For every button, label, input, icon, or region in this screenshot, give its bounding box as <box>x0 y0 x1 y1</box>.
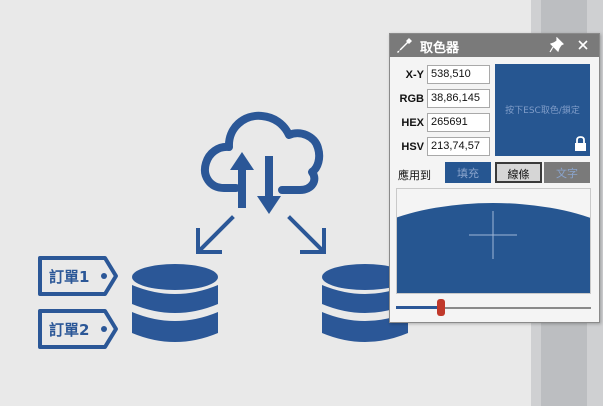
tag-hole <box>101 326 107 332</box>
eyedropper-icon <box>397 38 412 53</box>
hex-label: HEX <box>401 117 424 129</box>
close-icon[interactable] <box>577 39 589 51</box>
cloud-sync-icon <box>201 111 324 194</box>
arrow-down-right-icon <box>287 215 326 254</box>
lock-icon[interactable] <box>574 136 587 152</box>
color-picker-window[interactable]: 取色器 X-Y 538,510 RGB 38,86,145 HEX 265691… <box>389 33 600 323</box>
tag-label-order2: 訂單2 <box>49 321 90 339</box>
tag-hole <box>101 273 107 279</box>
hsv-field[interactable]: 213,74,57 <box>427 137 490 156</box>
swatch-hint: 按下ESC取色/鎖定 <box>505 106 580 116</box>
picker-titlebar[interactable]: 取色器 <box>390 34 599 57</box>
cloud-sync-arrows-icon <box>230 152 281 214</box>
apply-to-label: 應用到 <box>398 169 431 182</box>
rgb-label: RGB <box>399 93 424 105</box>
hsv-label: HSV <box>401 141 424 153</box>
xy-label: X-Y <box>405 69 424 81</box>
magnifier-preview <box>396 188 591 294</box>
rgb-field[interactable]: 38,86,145 <box>427 89 490 108</box>
magnifier-image <box>397 203 590 293</box>
zoom-slider-fill <box>396 306 441 309</box>
database-icon <box>132 264 218 342</box>
arrow-down-left-icon <box>196 215 235 254</box>
picker-title: 取色器 <box>420 41 460 56</box>
pin-icon[interactable] <box>549 37 564 53</box>
tag-label-order1: 訂單1 <box>49 268 90 286</box>
xy-field[interactable]: 538,510 <box>427 65 490 84</box>
apply-text-button[interactable]: 文字 <box>544 162 590 183</box>
zoom-slider-thumb[interactable] <box>436 299 445 316</box>
hex-field[interactable]: 265691 <box>427 113 490 132</box>
apply-line-button[interactable]: 線條 <box>495 162 542 183</box>
color-swatch[interactable]: 按下ESC取色/鎖定 <box>495 64 590 156</box>
apply-fill-button[interactable]: 填充 <box>445 162 491 183</box>
